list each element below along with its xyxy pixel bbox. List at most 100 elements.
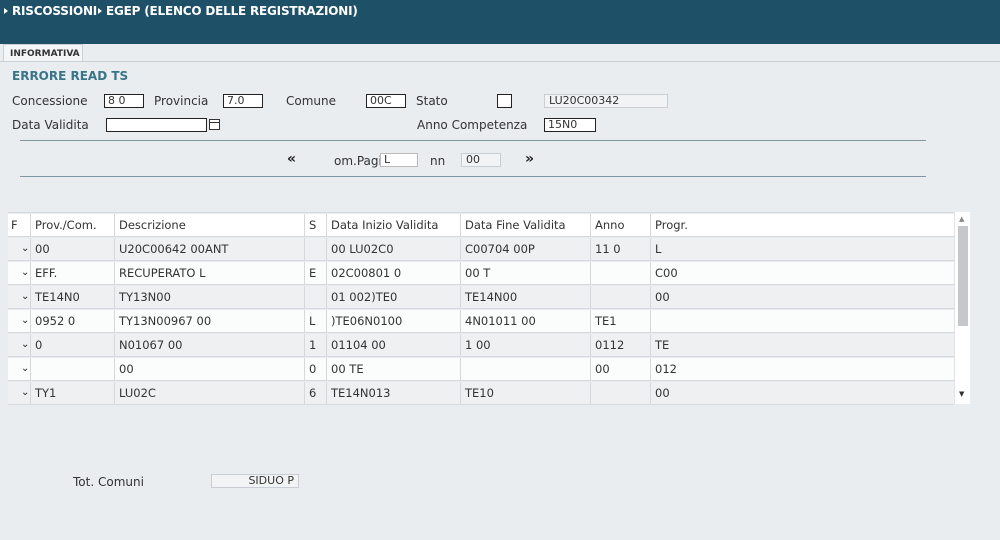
header-descrizione: Descrizione xyxy=(114,214,304,236)
chevron-down-icon[interactable]: ⌄ xyxy=(21,358,29,380)
cell-data-inizio: TE14N013 xyxy=(326,382,460,404)
anno-competenza-field[interactable]: 15N0 xyxy=(544,118,596,132)
cell-descrizione: TY13N00967 00 xyxy=(114,310,304,332)
chevron-down-icon[interactable]: ⌄ xyxy=(21,382,29,404)
chevron-down-icon[interactable]: ⌄ xyxy=(21,262,29,284)
breadcrumb-label: EGEP (ELENCO DELLE REGISTRAZIONI) xyxy=(106,4,358,18)
cell-descrizione: RECUPERATO L xyxy=(114,262,304,284)
comune-field[interactable]: 00C xyxy=(366,94,406,108)
cell-progr: TE xyxy=(650,334,954,356)
cell-progr xyxy=(650,310,954,332)
table-row[interactable]: ⌄ TY1 LU02C 6 TE14N013 TE10 00 xyxy=(8,382,954,405)
caret-right-icon xyxy=(4,8,8,14)
cell-data-inizio: )TE06N0100 xyxy=(326,310,460,332)
tot-comuni-label: Tot. Comuni xyxy=(73,475,144,489)
cell-descrizione: 00 xyxy=(114,358,304,380)
tab-strip: INFORMATIVA xyxy=(0,44,1000,62)
cell-s: 6 xyxy=(304,382,326,404)
table-row[interactable]: ⌄ EFF. RECUPERATO L E 02C00801 0 00 T C0… xyxy=(8,262,954,285)
table-header: F Prov./Com. Descrizione S Data Inizio V… xyxy=(8,214,954,237)
cell-data-fine: C00704 00P xyxy=(460,238,590,260)
cell-prov-com: EFF. xyxy=(30,262,114,284)
cell-data-fine: TE10 xyxy=(460,382,590,404)
cell-anno: 0112 xyxy=(590,334,650,356)
title-bar: RISCOSSIONI EGEP (ELENCO DELLE REGISTRAZ… xyxy=(0,0,1000,44)
stato-checkbox[interactable] xyxy=(497,94,512,108)
table-row[interactable]: ⌄ 0952 0 TY13N00967 00 L )TE06N0100 4N01… xyxy=(8,310,954,333)
cell-anno xyxy=(590,286,650,308)
cell-s xyxy=(304,286,326,308)
data-validita-field[interactable] xyxy=(106,118,207,132)
header-anno: Anno xyxy=(590,214,650,236)
cell-descrizione: N01067 00 xyxy=(114,334,304,356)
cell-data-fine: TE14N00 xyxy=(460,286,590,308)
prev-page-button[interactable]: « xyxy=(287,151,296,167)
cell-data-inizio: 01 002)TE0 xyxy=(326,286,460,308)
header-prov-com: Prov./Com. xyxy=(30,214,114,236)
cell-progr: L xyxy=(650,238,954,260)
breadcrumb-riscossioni[interactable]: RISCOSSIONI xyxy=(4,4,97,18)
cell-anno xyxy=(590,262,650,284)
cell-prov-com: TY1 xyxy=(30,382,114,404)
cell-data-inizio: 00 LU02C0 xyxy=(326,238,460,260)
page-label: om.Pagi xyxy=(334,154,382,168)
concessione-label: Concessione xyxy=(12,94,88,108)
cell-s: 0 xyxy=(304,358,326,380)
cell-prov-com: 0952 0 xyxy=(30,310,114,332)
cell-s: L xyxy=(304,310,326,332)
chevron-down-icon[interactable]: ⌄ xyxy=(21,310,29,332)
cell-prov-com: 0 xyxy=(30,334,114,356)
cell-descrizione: U20C00642 00ANT xyxy=(114,238,304,260)
tab-divider xyxy=(0,61,1000,62)
cell-prov-com xyxy=(30,358,114,380)
cell-progr: 00 xyxy=(650,382,954,404)
next-page-button[interactable]: » xyxy=(525,151,534,167)
cell-anno xyxy=(590,382,650,404)
cell-progr: 012 xyxy=(650,358,954,380)
chevron-down-icon[interactable]: ⌄ xyxy=(21,286,29,308)
table-row[interactable]: ⌄ 0 N01067 00 1 01104 00 1 00 0112 TE xyxy=(8,334,954,357)
table-scrollbar[interactable]: ▲ ▼ xyxy=(954,212,970,404)
table-row[interactable]: ⌄ 00 U20C00642 00ANT 00 LU02C0 C00704 00… xyxy=(8,238,954,261)
header-s: S xyxy=(304,214,326,236)
scroll-up-icon[interactable]: ▲ xyxy=(959,215,964,223)
nn-field: 00 xyxy=(461,153,501,167)
cell-progr: C00 xyxy=(650,262,954,284)
chevron-down-icon[interactable]: ⌄ xyxy=(21,334,29,356)
divider-bottom xyxy=(20,176,926,177)
section-title: ERRORE READ TS xyxy=(12,69,129,83)
cell-anno: 11 0 xyxy=(590,238,650,260)
calendar-icon[interactable] xyxy=(209,119,220,130)
cell-s xyxy=(304,238,326,260)
comune-label: Comune xyxy=(286,94,337,108)
divider-top xyxy=(20,140,926,141)
header-data-inizio: Data Inizio Validita xyxy=(326,214,460,236)
nn-label: nn xyxy=(430,154,446,168)
cell-s: 1 xyxy=(304,334,326,356)
stato-label: Stato xyxy=(416,94,448,108)
records-table: F Prov./Com. Descrizione S Data Inizio V… xyxy=(8,212,954,405)
provincia-field[interactable]: 7.0 xyxy=(223,94,263,108)
provincia-label: Provincia xyxy=(154,94,209,108)
cell-data-fine xyxy=(460,358,590,380)
tab-informativa[interactable]: INFORMATIVA xyxy=(3,44,83,62)
tot-comuni-value: SIDUO P xyxy=(211,474,299,488)
data-validita-label: Data Validita xyxy=(12,118,89,132)
caret-right-icon xyxy=(98,8,102,14)
scrollbar-thumb[interactable] xyxy=(958,226,968,326)
scroll-down-icon[interactable]: ▼ xyxy=(959,390,964,398)
breadcrumb-egep[interactable]: EGEP (ELENCO DELLE REGISTRAZIONI) xyxy=(98,4,358,18)
table-row[interactable]: ⌄ TE14N0 TY13N00 01 002)TE0 TE14N00 00 xyxy=(8,286,954,309)
cell-anno: 00 xyxy=(590,358,650,380)
chevron-down-icon[interactable]: ⌄ xyxy=(21,238,29,260)
cell-prov-com: 00 xyxy=(30,238,114,260)
concessione-field[interactable]: 8 0 xyxy=(104,94,144,108)
cell-data-inizio: 01104 00 xyxy=(326,334,460,356)
cell-s: E xyxy=(304,262,326,284)
table-row[interactable]: ⌄ 00 0 00 TE 00 012 xyxy=(8,358,954,381)
header-f: F xyxy=(11,218,18,232)
cell-data-fine: 1 00 xyxy=(460,334,590,356)
code-readonly: LU20C00342 xyxy=(544,94,668,108)
page-field[interactable]: L xyxy=(380,153,418,167)
header-progr: Progr. xyxy=(650,214,954,236)
